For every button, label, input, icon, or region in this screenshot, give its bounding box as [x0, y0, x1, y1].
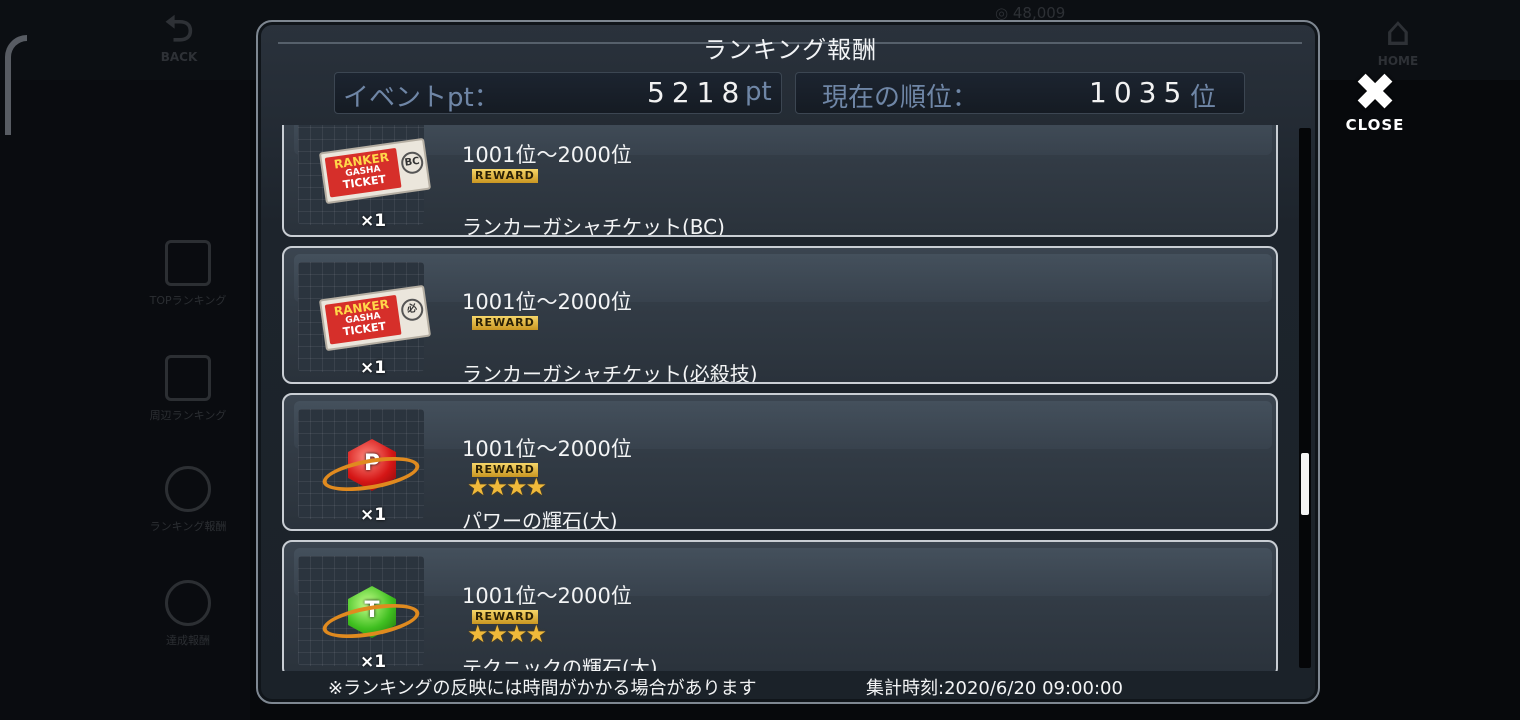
reward-name: テクニックの輝石(大) — [462, 656, 658, 671]
rank-range: 1001位～2000位 — [462, 290, 632, 314]
star-rating: ★★★★ — [467, 620, 547, 648]
reward-name: パワーの輝石(大) — [462, 509, 618, 531]
close-label: CLOSE — [1345, 116, 1405, 134]
scrollbar-thumb[interactable] — [1301, 453, 1309, 515]
back-button[interactable]: ⮌ BACK — [148, 10, 210, 70]
ranker-ticket-special-icon: RANKER GASHA TICKET 必 — [318, 284, 432, 352]
ranking-delay-note: ※ランキングの反映には時間がかかる場合があります — [328, 678, 757, 699]
edge-decoration — [5, 35, 27, 135]
card-header — [294, 548, 1272, 596]
reward-badge: REWARD — [472, 316, 538, 330]
aggregation-timestamp: 集計時刻:2020/6/20 09:00:00 — [866, 678, 1123, 699]
back-arrow-icon: ⮌ — [164, 9, 194, 50]
current-rank-label: 現在の順位： — [822, 83, 979, 113]
reward-quantity: ×1 — [360, 211, 387, 231]
ranker-ticket-bc-icon: RANKER GASHA TICKET BC — [318, 137, 432, 205]
current-rank-box: 現在の順位： 1035 位 — [795, 72, 1245, 114]
screen: ⮌ BACK ◎ 48,009 ⌂ HOME TOPランキング 周辺ランキング … — [0, 0, 1520, 720]
reward-badge: REWARD — [472, 169, 538, 183]
ticket-stamp: BC — [399, 150, 425, 176]
event-pt-box: イベントpt： 5218 pt — [334, 72, 782, 114]
side-item-label: TOPランキング — [149, 294, 227, 307]
reward-card[interactable]: RANKER GASHA TICKET BC ×1 1001位～2000位 RE… — [282, 125, 1278, 237]
ticket-stamp: 必 — [399, 297, 425, 323]
current-rank-value: 1035 — [1089, 76, 1189, 109]
home-icon: ⌂ — [1385, 9, 1411, 55]
reward-quantity: ×1 — [360, 505, 387, 525]
star-rating: ★★★★ — [467, 473, 547, 501]
scrollbar-track[interactable] — [1299, 128, 1311, 668]
card-header — [294, 401, 1272, 449]
event-pt-unit: pt — [745, 77, 772, 107]
reward-thumbnail: RANKER GASHA TICKET BC ×1 — [298, 125, 432, 231]
podium-icon — [165, 240, 211, 286]
home-button[interactable]: ⌂ HOME — [1366, 10, 1430, 70]
side-item-ranking-reward[interactable]: ランキング報酬 — [148, 466, 228, 556]
reward-thumbnail: P ×1 — [298, 409, 424, 525]
side-item-achievement-reward[interactable]: 達成報酬 — [148, 580, 228, 670]
close-button[interactable]: ✖ CLOSE — [1340, 63, 1410, 134]
reward-name: ランカーガシャチケット(必殺技) — [462, 362, 758, 384]
rank-range: 1001位～2000位 — [462, 437, 632, 461]
power-gem-icon: P — [318, 429, 428, 509]
back-label: BACK — [160, 50, 198, 64]
side-item-top-ranking[interactable]: TOPランキング — [148, 240, 228, 330]
ranking-icon — [165, 355, 211, 401]
reward-card[interactable]: T ×1 1001位～2000位 REWARD ★★★★ テクニックの輝石(大) — [282, 540, 1278, 671]
reward-thumbnail: RANKER GASHA TICKET 必 ×1 — [298, 262, 432, 378]
dialog-title: ランキング報酬 — [702, 36, 878, 64]
reward-quantity: ×1 — [360, 358, 387, 378]
technique-gem-icon: T — [318, 576, 428, 656]
event-pt-label: イベントpt： — [343, 83, 500, 113]
card-header — [294, 125, 1272, 155]
event-pt-value: 5218 — [647, 76, 747, 109]
medal-icon — [165, 466, 211, 512]
card-header — [294, 254, 1272, 302]
current-rank-unit: 位 — [1190, 83, 1217, 113]
side-item-label: 達成報酬 — [166, 634, 210, 647]
reward-card[interactable]: RANKER GASHA TICKET 必 ×1 1001位～2000位 REW… — [282, 246, 1278, 384]
close-icon: ✖ — [1353, 63, 1397, 123]
reward-thumbnail: T ×1 — [298, 556, 424, 671]
rank-range: 1001位～2000位 — [462, 584, 632, 608]
reward-name: ランカーガシャチケット(BC) — [462, 215, 725, 237]
ranking-reward-dialog: ランキング報酬 イベントpt： 5218 pt 現在の順位： 1035 位 RA… — [256, 20, 1320, 704]
side-item-nearby-ranking[interactable]: 周辺ランキング — [148, 355, 228, 445]
reward-list[interactable]: RANKER GASHA TICKET BC ×1 1001位～2000位 RE… — [278, 125, 1284, 671]
side-item-label: 周辺ランキング — [149, 409, 227, 422]
trophy-icon — [165, 580, 211, 626]
rank-range: 1001位～2000位 — [462, 143, 632, 167]
reward-quantity: ×1 — [360, 652, 387, 671]
side-item-label: ランキング報酬 — [149, 520, 227, 533]
reward-card[interactable]: P ×1 1001位～2000位 REWARD ★★★★ パワーの輝石(大) — [282, 393, 1278, 531]
